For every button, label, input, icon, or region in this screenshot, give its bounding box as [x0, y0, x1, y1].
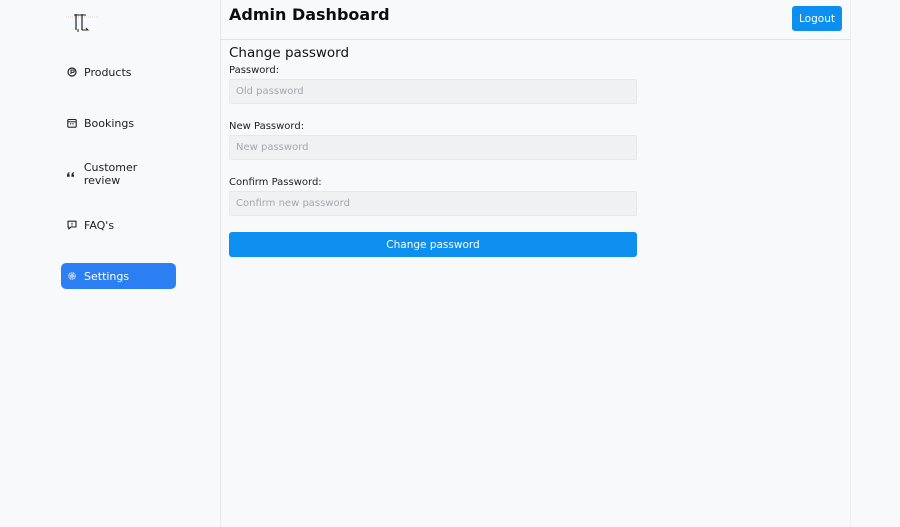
old-password-input[interactable]: [229, 79, 637, 104]
products-circle-icon: [66, 67, 77, 78]
password-label: Password:: [229, 65, 280, 76]
page-title: Admin Dashboard: [229, 5, 390, 24]
sidebar-item-settings[interactable]: Settings: [61, 263, 176, 289]
sidebar-item-label: Products: [84, 65, 132, 79]
confirm-password-input[interactable]: [229, 191, 637, 216]
sidebar-item-label: Customer review: [83, 161, 138, 187]
sidebar-item-label: Settings: [84, 269, 130, 283]
change-password-button[interactable]: Change password: [229, 232, 637, 257]
sidebar: Products Bookings Customer review FAQ's …: [0, 0, 221, 527]
faq-chat-icon: [66, 220, 77, 231]
main-panel-border: [850, 0, 851, 527]
sidebar-item-label: Bookings: [84, 116, 135, 130]
new-password-label: New Password:: [229, 121, 305, 132]
gear-icon: [66, 271, 77, 282]
logo[interactable]: [66, 10, 100, 36]
quote-icon: [66, 169, 77, 180]
sidebar-item-products[interactable]: Products: [61, 59, 176, 85]
header: Admin Dashboard Logout: [221, 0, 850, 40]
logout-button[interactable]: Logout: [792, 6, 842, 31]
confirm-password-label: Confirm Password:: [229, 177, 322, 188]
sidebar-item-bookings[interactable]: Bookings: [61, 110, 176, 136]
form-title: Change password: [229, 45, 350, 61]
sidebar-item-label: FAQ's: [84, 218, 115, 232]
new-password-input[interactable]: [229, 135, 637, 160]
calendar-icon: [66, 118, 77, 129]
sidebar-item-customer-review[interactable]: Customer review: [61, 161, 176, 187]
sidebar-item-faqs[interactable]: FAQ's: [61, 212, 176, 238]
